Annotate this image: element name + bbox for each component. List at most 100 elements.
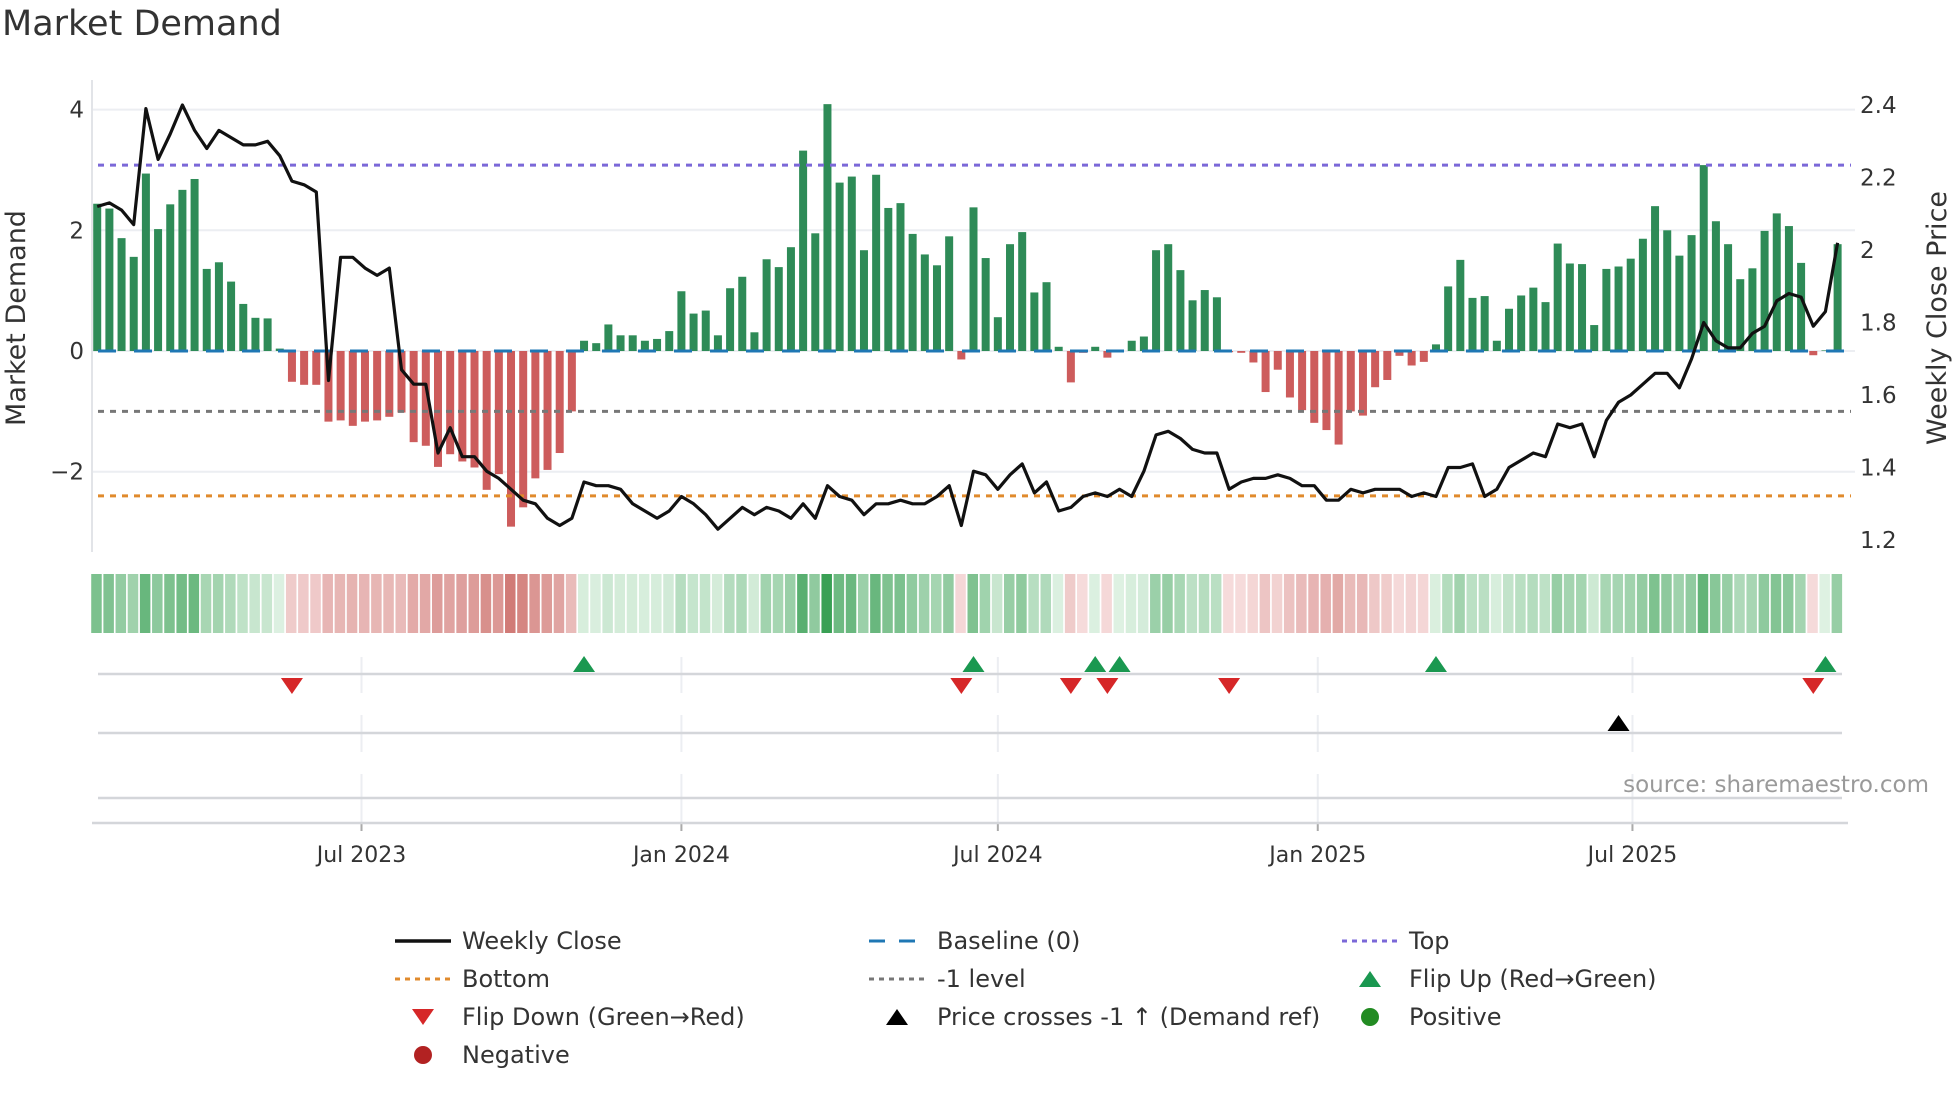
demand-bar [1030,292,1039,352]
heat-cell [1466,574,1477,633]
legend-symbol-line-dotted-icon [395,977,451,981]
heat-cell [1636,574,1648,633]
heat-cell [821,574,832,633]
legend-symbol-circle-icon [414,1046,432,1064]
demand-bar [932,265,941,352]
heat-cell [1746,574,1757,633]
demand-bar [1687,235,1696,352]
demand-bar [1541,302,1550,352]
heat-cell [1612,574,1624,633]
demand-bar [1614,266,1623,352]
flip-up-marker [1424,656,1447,672]
heat-cell [249,574,260,633]
demand-bar [1468,297,1477,352]
heat-cell [91,574,102,633]
flip-up-marker [1814,656,1837,672]
heat-cell [371,574,382,633]
heat-cell [1405,574,1417,633]
demand-bar [263,318,272,352]
heat-cell [407,574,419,633]
demand-bar [762,259,771,352]
x-tick-label: Jul 2025 [1586,843,1678,868]
heat-cell [1661,574,1672,633]
heat-cell [1235,574,1246,633]
demand-bar [1638,238,1647,352]
demand-bar [774,267,783,352]
heat-cell [748,574,759,633]
heat-cell [1709,574,1721,633]
heat-cell [1588,574,1599,633]
heat-cell [772,574,784,633]
demand-bar [1188,300,1197,352]
demand-bar [446,351,455,455]
legend-symbol-line-dotted-icon [1342,939,1398,943]
heat-cell [1271,574,1283,633]
heat-cell [1320,574,1331,633]
left-axis-title: Market Demand [1,210,32,426]
heat-cell [1393,574,1404,633]
demand-bar [1492,340,1501,352]
heat-cell [431,574,443,633]
demand-bar [653,338,662,352]
demand-bar [1066,351,1075,383]
heat-cell [687,574,699,633]
heat-cell [845,574,857,633]
demand-bar [665,331,674,352]
right-tick-label: 1.6 [1860,383,1897,409]
demand-bar [1091,346,1100,352]
heat-cell [383,574,394,633]
heat-cell [1332,574,1344,633]
heat-cell [1758,574,1770,633]
heat-cell [760,574,772,633]
demand-bar [1322,351,1331,431]
demand-bar [287,351,296,382]
heat-cell [1064,574,1076,633]
heat-cell [1223,574,1234,633]
heat-cell [103,574,114,633]
demand-bar [1517,295,1526,352]
heat-cell [638,574,650,633]
demand-bar [1261,351,1270,393]
demand-bar [202,268,211,352]
heat-cell [1734,574,1745,633]
heat-cell [273,574,285,633]
heat-cell [1089,574,1100,633]
demand-bar [385,351,394,417]
heat-cell [517,574,528,633]
heat-cell [1624,574,1636,633]
demand-bar [1444,286,1453,352]
heat-cell [1174,574,1185,633]
heat-cell [310,574,321,633]
heat-cell [699,574,711,633]
demand-bar [726,288,735,352]
heat-cell [1186,574,1198,633]
heat-cell [1831,574,1843,633]
demand-bar [908,233,917,352]
heat-cell [395,574,406,633]
demand-bar [1651,206,1660,352]
heat-cell [1040,574,1052,633]
heat-cell [1722,574,1733,633]
demand-bar [945,236,954,352]
demand-bar [214,262,223,352]
heat-cell [1807,574,1818,633]
flip-down-marker [280,678,303,694]
demand-bar [312,351,321,385]
legend-symbol-triangle-up-icon [1359,971,1381,987]
demand-bar [154,229,163,352]
heat-cell [1150,574,1161,633]
demand-bar [896,203,905,352]
heat-cell [930,574,942,633]
heat-cell [480,574,492,633]
heat-cell [651,574,662,633]
demand-bar [993,317,1002,352]
heat-cell [663,574,674,633]
heat-cell [578,574,589,633]
heat-cell [1515,574,1526,633]
demand-bar [239,303,248,352]
heat-cell [870,574,881,633]
legend-label: Bottom [462,965,551,993]
heat-cell [188,574,200,633]
weekly-close-line [96,103,1840,531]
right-tick-label: 2 [1860,238,1875,264]
